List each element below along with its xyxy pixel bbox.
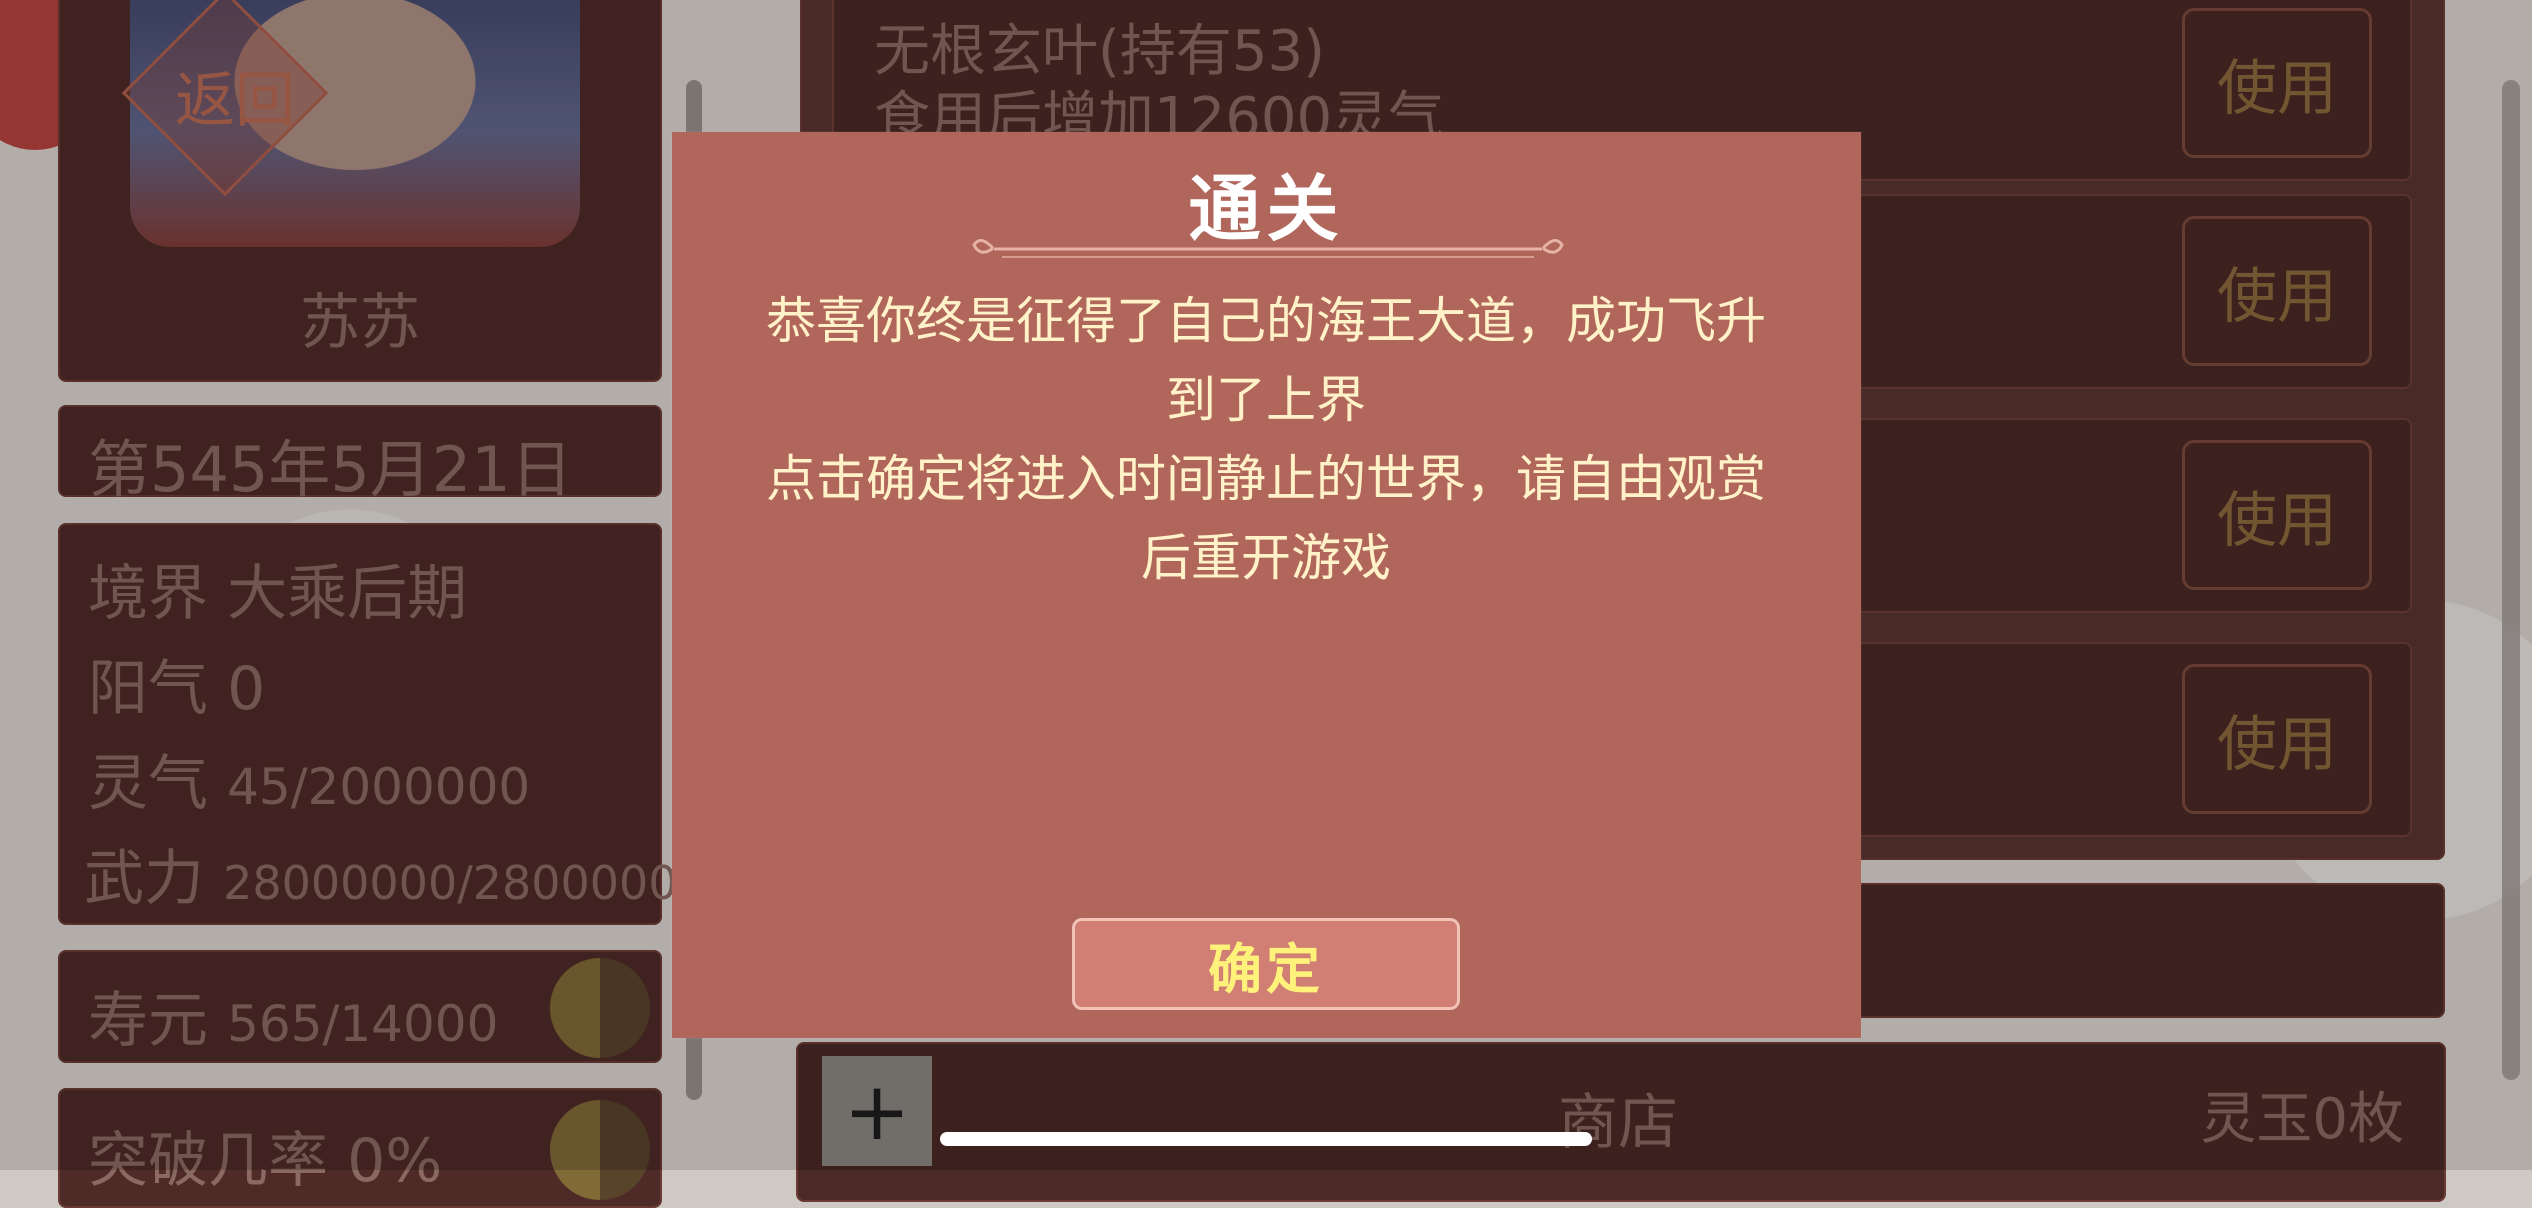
clear-game-dialog: 通关 恭喜你终是征得了自己的海王大道，成功飞升到了上界 点击确定将进入时间静止的… [672,132,1861,1038]
home-indicator[interactable] [940,1132,1592,1146]
title-ornament [972,239,1564,258]
message-line: 点击确定将进入时间静止的世界，请自由观赏后重开游戏 [766,450,1766,587]
confirm-button[interactable]: 确定 [1072,918,1460,1010]
dialog-message: 恭喜你终是征得了自己的海王大道，成功飞升到了上界 点击确定将进入时间静止的世界，… [756,282,1776,598]
message-line: 恭喜你终是征得了自己的海王大道，成功飞升到了上界 [766,292,1766,429]
